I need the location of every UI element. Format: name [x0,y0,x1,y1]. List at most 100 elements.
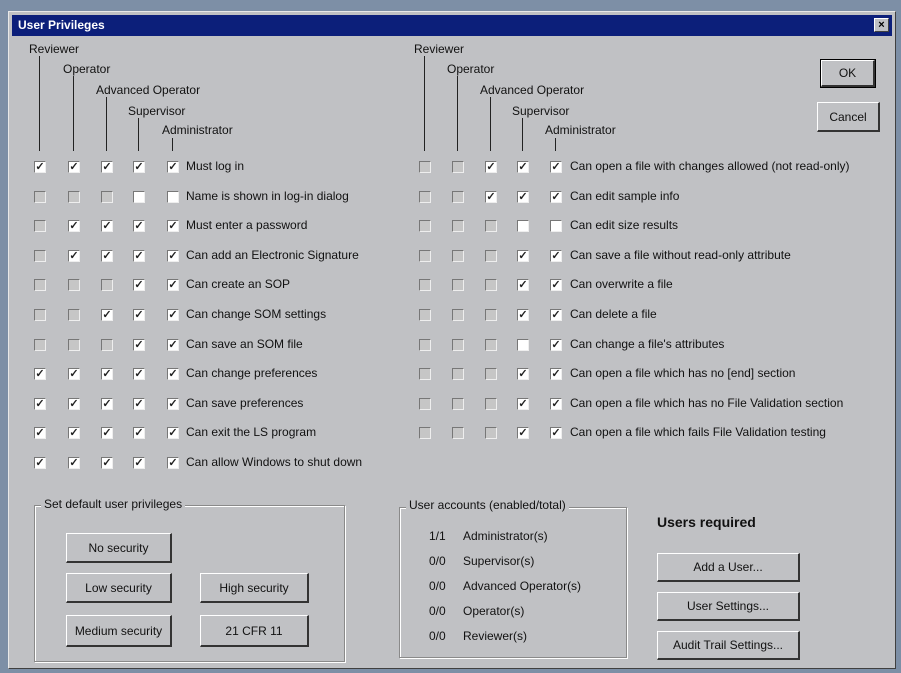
left-checkbox-administrator[interactable]: ✓ [167,427,179,440]
left-checkbox-advanced-operator[interactable]: ✓ [101,368,113,381]
right-checkbox-administrator[interactable]: ✓ [550,338,562,351]
left-checkbox-supervisor[interactable]: ✓ [133,338,145,351]
left-checkbox-administrator[interactable]: ✓ [167,457,179,469]
right-checkbox-reviewer[interactable] [419,249,431,262]
medium-security-button[interactable]: Medium security [66,615,172,647]
ok-button[interactable]: OK [820,59,876,88]
right-checkbox-supervisor[interactable] [517,338,529,351]
right-checkbox-administrator[interactable] [550,220,562,233]
add-user-button[interactable]: Add a User... [657,553,800,582]
left-checkbox-operator[interactable]: ✓ [68,249,80,262]
left-checkbox-supervisor[interactable]: ✓ [133,427,145,440]
left-checkbox-reviewer[interactable] [34,309,46,321]
audit-trail-settings-button[interactable]: Audit Trail Settings... [657,631,800,660]
right-checkbox-operator[interactable] [452,397,464,410]
left-checkbox-supervisor[interactable]: ✓ [133,457,145,469]
right-checkbox-reviewer[interactable] [419,220,431,233]
right-checkbox-advanced-operator[interactable] [485,368,497,381]
right-checkbox-advanced-operator[interactable] [485,309,497,321]
left-checkbox-operator[interactable] [68,338,80,351]
right-checkbox-operator[interactable] [452,220,464,233]
left-checkbox-operator[interactable]: ✓ [68,457,80,469]
left-checkbox-administrator[interactable]: ✓ [167,220,179,233]
right-checkbox-reviewer[interactable] [419,427,431,440]
left-checkbox-administrator[interactable]: ✓ [167,309,179,321]
user-settings-button[interactable]: User Settings... [657,592,800,621]
cfr-11-button[interactable]: 21 CFR 11 [200,615,309,647]
right-checkbox-administrator[interactable]: ✓ [550,161,562,173]
right-checkbox-administrator[interactable]: ✓ [550,190,562,203]
left-checkbox-advanced-operator[interactable] [101,338,113,351]
close-button[interactable]: × [874,18,889,32]
left-checkbox-administrator[interactable]: ✓ [167,397,179,410]
right-checkbox-reviewer[interactable] [419,338,431,351]
left-checkbox-operator[interactable]: ✓ [68,397,80,410]
right-checkbox-supervisor[interactable]: ✓ [517,368,529,381]
high-security-button[interactable]: High security [200,573,309,603]
right-checkbox-advanced-operator[interactable] [485,338,497,351]
right-checkbox-administrator[interactable]: ✓ [550,427,562,440]
right-checkbox-advanced-operator[interactable] [485,397,497,410]
left-checkbox-operator[interactable] [68,309,80,321]
right-checkbox-advanced-operator[interactable] [485,220,497,233]
low-security-button[interactable]: Low security [66,573,172,603]
left-checkbox-reviewer[interactable]: ✓ [34,397,46,410]
right-checkbox-reviewer[interactable] [419,397,431,410]
right-checkbox-supervisor[interactable]: ✓ [517,279,529,292]
left-checkbox-advanced-operator[interactable] [101,190,113,203]
right-checkbox-operator[interactable] [452,309,464,321]
right-checkbox-supervisor[interactable]: ✓ [517,190,529,203]
left-checkbox-administrator[interactable]: ✓ [167,368,179,381]
left-checkbox-administrator[interactable]: ✓ [167,279,179,292]
right-checkbox-operator[interactable] [452,427,464,440]
left-checkbox-administrator[interactable]: ✓ [167,161,179,173]
left-checkbox-reviewer[interactable] [34,220,46,233]
cancel-button[interactable]: Cancel [817,102,880,132]
left-checkbox-supervisor[interactable]: ✓ [133,161,145,173]
right-checkbox-supervisor[interactable]: ✓ [517,249,529,262]
right-checkbox-reviewer[interactable] [419,161,431,173]
left-checkbox-operator[interactable] [68,190,80,203]
right-checkbox-supervisor[interactable]: ✓ [517,309,529,321]
right-checkbox-reviewer[interactable] [419,309,431,321]
right-checkbox-reviewer[interactable] [419,190,431,203]
left-checkbox-reviewer[interactable]: ✓ [34,368,46,381]
right-checkbox-administrator[interactable]: ✓ [550,279,562,292]
right-checkbox-administrator[interactable]: ✓ [550,249,562,262]
right-checkbox-advanced-operator[interactable] [485,279,497,292]
right-checkbox-supervisor[interactable] [517,220,529,233]
left-checkbox-supervisor[interactable]: ✓ [133,368,145,381]
left-checkbox-supervisor[interactable] [133,190,145,203]
right-checkbox-supervisor[interactable]: ✓ [517,161,529,173]
right-checkbox-operator[interactable] [452,190,464,203]
right-checkbox-advanced-operator[interactable] [485,427,497,440]
right-checkbox-advanced-operator[interactable]: ✓ [485,190,497,203]
right-checkbox-advanced-operator[interactable]: ✓ [485,161,497,173]
left-checkbox-supervisor[interactable]: ✓ [133,309,145,321]
left-checkbox-administrator[interactable]: ✓ [167,338,179,351]
right-checkbox-administrator[interactable]: ✓ [550,309,562,321]
left-checkbox-reviewer[interactable] [34,249,46,262]
left-checkbox-operator[interactable]: ✓ [68,161,80,173]
left-checkbox-advanced-operator[interactable]: ✓ [101,457,113,469]
right-checkbox-operator[interactable] [452,249,464,262]
left-checkbox-operator[interactable] [68,279,80,292]
right-checkbox-operator[interactable] [452,161,464,173]
left-checkbox-reviewer[interactable]: ✓ [34,427,46,440]
left-checkbox-reviewer[interactable] [34,279,46,292]
left-checkbox-reviewer[interactable]: ✓ [34,161,46,173]
right-checkbox-supervisor[interactable]: ✓ [517,427,529,440]
left-checkbox-reviewer[interactable] [34,190,46,203]
left-checkbox-advanced-operator[interactable]: ✓ [101,397,113,410]
left-checkbox-advanced-operator[interactable]: ✓ [101,220,113,233]
left-checkbox-administrator[interactable] [167,190,179,203]
right-checkbox-operator[interactable] [452,279,464,292]
right-checkbox-administrator[interactable]: ✓ [550,397,562,410]
left-checkbox-operator[interactable]: ✓ [68,368,80,381]
right-checkbox-administrator[interactable]: ✓ [550,368,562,381]
right-checkbox-operator[interactable] [452,368,464,381]
left-checkbox-supervisor[interactable]: ✓ [133,279,145,292]
left-checkbox-supervisor[interactable]: ✓ [133,220,145,233]
no-security-button[interactable]: No security [66,533,172,563]
left-checkbox-advanced-operator[interactable]: ✓ [101,161,113,173]
